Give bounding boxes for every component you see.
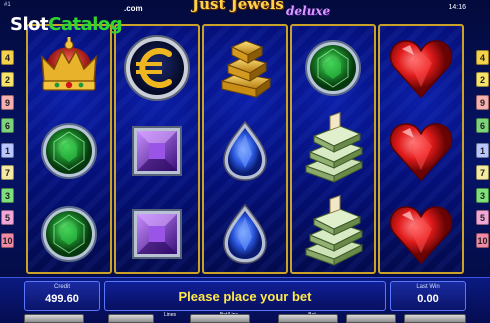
clock: 14:16 [448, 4, 466, 11]
money-stack-icon [292, 193, 374, 272]
line-marker-left-9: 9 [1, 95, 14, 110]
line-marker-right-1: 1 [476, 143, 489, 158]
emerald-icon [28, 193, 110, 272]
lines-label: Lines [164, 312, 176, 318]
ruby-heart-icon [380, 27, 462, 109]
last-win-box: Last Win 0.00 [390, 281, 466, 311]
gamble-button[interactable] [24, 314, 84, 323]
reel-1 [26, 24, 112, 274]
line-marker-left-3: 3 [1, 188, 14, 203]
amethyst-icon [116, 110, 198, 192]
last-win-value: 0.00 [417, 293, 439, 305]
credit-value: 499.60 [45, 293, 79, 305]
ruby-heart-icon [380, 193, 462, 272]
game-title: Just Jewels [192, 0, 284, 13]
gold-bars-icon [204, 27, 286, 109]
bet-line-button[interactable] [190, 314, 250, 323]
reel-4 [290, 24, 376, 274]
sapphire-icon [204, 110, 286, 192]
start-button[interactable] [404, 314, 466, 323]
game-subtitle: deluxe [286, 4, 331, 18]
sapphire-icon [204, 193, 286, 272]
reel-3 [202, 24, 288, 274]
autoplay-button[interactable] [346, 314, 396, 323]
amethyst-icon [116, 193, 198, 272]
bet-button[interactable] [278, 314, 338, 323]
game-screen: #1 14:16 Just Jewels deluxe SlotCatalog … [0, 0, 490, 323]
line-marker-right-6: 6 [476, 118, 489, 133]
line-marker-right-3: 3 [476, 188, 489, 203]
line-marker-left-7: 7 [1, 165, 14, 180]
lines-button[interactable] [108, 314, 154, 323]
line-marker-left-2: 2 [1, 72, 14, 87]
line-marker-left-4: 4 [1, 50, 14, 65]
reel-5 [378, 24, 464, 274]
watermark-com: .com [124, 4, 143, 13]
watermark-catalog: Catalog [48, 14, 123, 35]
status-message: Please place your bet [104, 281, 386, 311]
line-marker-right-2: 2 [476, 72, 489, 87]
reel-2 [114, 24, 200, 274]
watermark-slot: Slot [10, 14, 49, 35]
slotcatalog-watermark: SlotCatalog [10, 4, 123, 35]
line-marker-right-5: 5 [476, 210, 489, 225]
crown-icon [28, 27, 110, 109]
emerald-icon [292, 27, 374, 109]
line-marker-right-10: 10 [476, 233, 489, 248]
money-stack-icon [292, 110, 374, 192]
euro-coin-icon [116, 27, 198, 109]
credit-box: Credit 499.60 [24, 281, 100, 311]
line-marker-right-4: 4 [476, 50, 489, 65]
ruby-heart-icon [380, 110, 462, 192]
credit-label: Credit [53, 284, 70, 290]
last-win-label: Last Win [416, 284, 440, 290]
line-marker-left-6: 6 [1, 118, 14, 133]
line-marker-left-1: 1 [1, 143, 14, 158]
emerald-icon [28, 110, 110, 192]
line-marker-right-7: 7 [476, 165, 489, 180]
line-marker-left-10: 10 [1, 233, 14, 248]
line-marker-right-9: 9 [476, 95, 489, 110]
line-marker-left-5: 5 [1, 210, 14, 225]
